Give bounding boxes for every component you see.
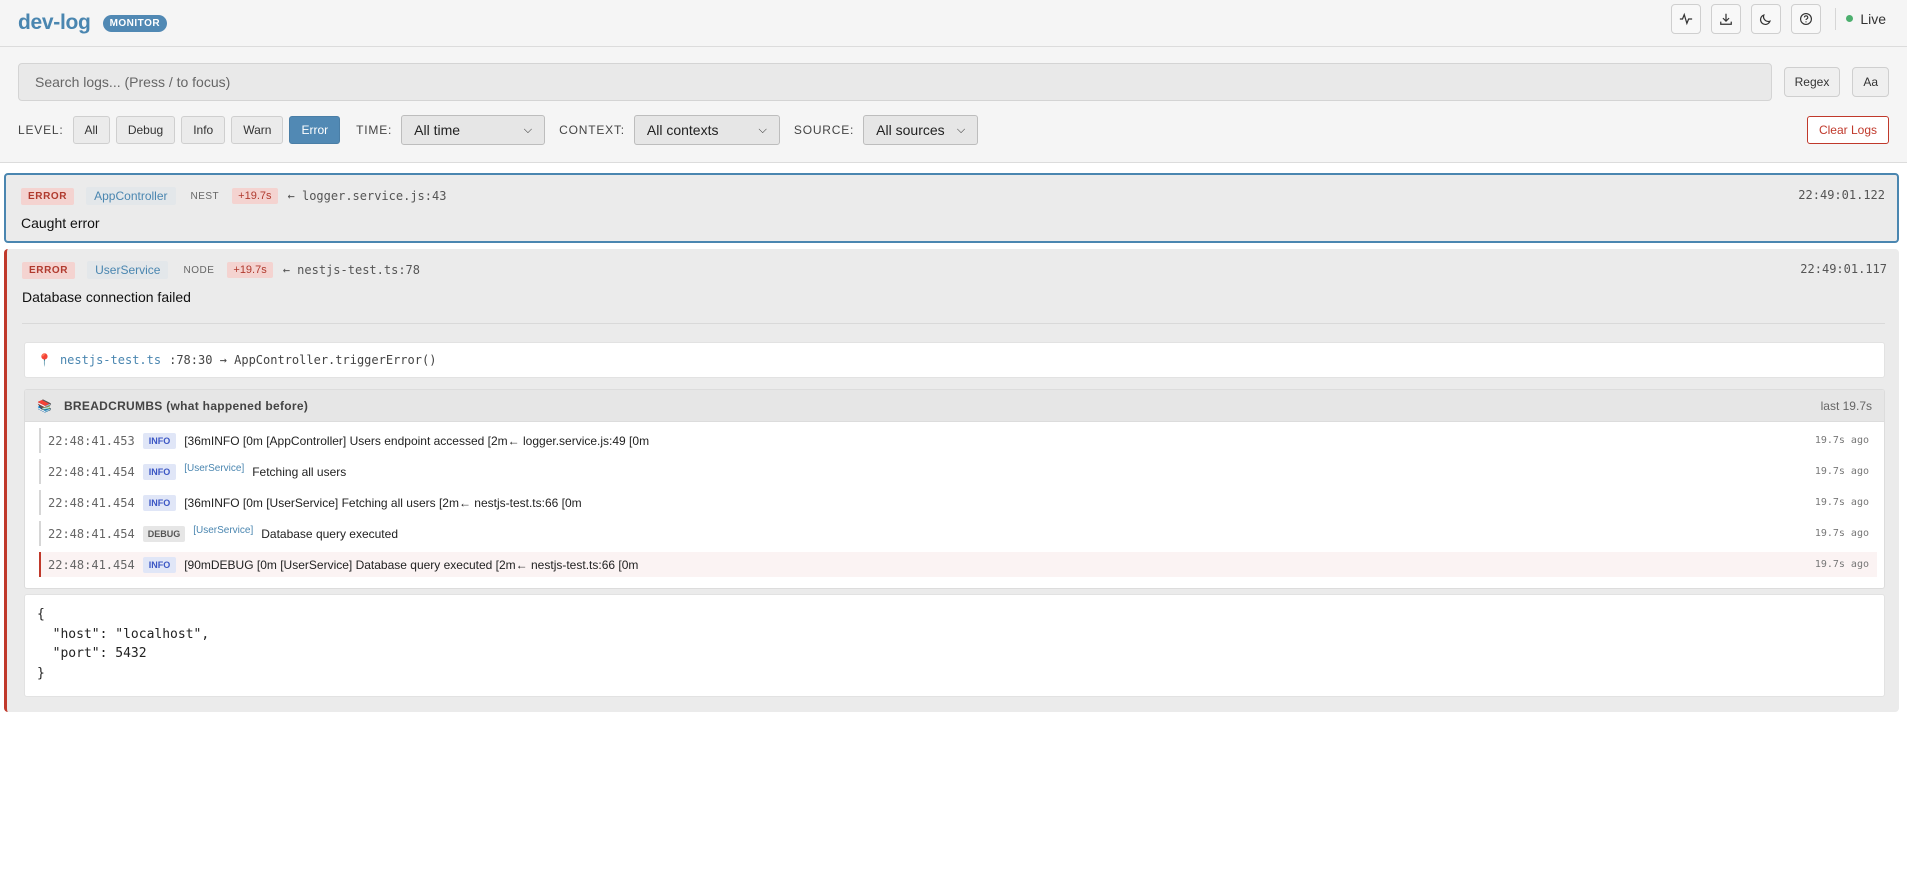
- breadcrumb-message: [90mDEBUG [0m [UserService] Database que…: [184, 557, 639, 572]
- source-tag: NEST: [190, 190, 220, 202]
- breadcrumb-time: 22:48:41.454: [48, 526, 135, 541]
- breadcrumb-row: 22:48:41.454 INFO [36mINFO [0m [UserServ…: [39, 490, 1877, 515]
- time-delta-badge: +19.7s: [232, 188, 278, 204]
- breadcrumb-message: Database query executed: [261, 526, 398, 541]
- breadcrumb-message: [36mINFO [0m [AppController] Users endpo…: [184, 433, 650, 448]
- case-sensitive-button[interactable]: Aa: [1852, 67, 1889, 97]
- header-actions: Live: [1661, 0, 1886, 37]
- breadcrumb-row-highlighted: 22:48:41.454 INFO [90mDEBUG [0m [UserSer…: [39, 552, 1877, 577]
- live-indicator[interactable]: Live: [1846, 11, 1886, 27]
- level-error-button[interactable]: Error: [289, 116, 341, 144]
- help-icon: [1800, 12, 1813, 25]
- time-select[interactable]: All time ⌵: [401, 115, 546, 145]
- activity-icon: [1680, 12, 1693, 25]
- pin-icon: 📍: [37, 353, 52, 367]
- time-label: TIME:: [356, 123, 393, 137]
- level-all-button[interactable]: All: [72, 116, 110, 144]
- breadcrumb-row: 22:48:41.454 INFO [UserService] Fetching…: [39, 459, 1877, 484]
- search-input[interactable]: [18, 63, 1772, 101]
- level-info-button[interactable]: Info: [181, 116, 226, 144]
- context-tag[interactable]: UserService: [87, 261, 169, 279]
- breadcrumbs-list: 22:48:41.453 INFO [36mINFO [0m [AppContr…: [25, 422, 1884, 577]
- source-select-value: All sources: [876, 122, 945, 138]
- breadcrumb-level: INFO: [142, 463, 177, 480]
- breadcrumb-ago: 19.7s ago: [1814, 559, 1869, 570]
- breadcrumbs-window: last 19.7s: [1820, 398, 1872, 413]
- breadcrumb-time: 22:48:41.454: [48, 464, 135, 479]
- books-icon: 📚: [37, 398, 52, 413]
- breadcrumb-ago: 19.7s ago: [1814, 528, 1869, 539]
- chevron-down-icon: ⌵: [523, 123, 533, 136]
- level-warn-button[interactable]: Warn: [231, 116, 284, 144]
- divider: [22, 323, 1885, 324]
- filter-panel: Regex Aa LEVEL: All Debug Info Warn Erro…: [0, 47, 1907, 163]
- source-label: SOURCE:: [793, 123, 855, 137]
- breadcrumb-ago: 19.7s ago: [1814, 435, 1869, 446]
- breadcrumb-level: INFO: [142, 556, 177, 573]
- breadcrumbs-header[interactable]: 📚 BREADCRUMBS (what happened before) las…: [25, 390, 1884, 422]
- level-badge: ERROR: [22, 261, 76, 279]
- breadcrumb-time: 22:48:41.454: [48, 557, 135, 572]
- monitor-badge: MONITOR: [102, 14, 168, 32]
- breadcrumb-time: 22:48:41.454: [48, 495, 135, 510]
- top-bar: dev-log MONITOR Live: [0, 0, 1907, 47]
- context-select[interactable]: All contexts ⌵: [633, 115, 780, 145]
- log-message: Caught error: [21, 215, 100, 231]
- breadcrumb-context: [UserService]: [193, 524, 254, 536]
- breadcrumbs-panel: 📚 BREADCRUMBS (what happened before) las…: [24, 389, 1885, 589]
- time-delta-badge: +19.7s: [227, 262, 273, 278]
- header-divider: [1835, 7, 1837, 30]
- breadcrumb-ago: 19.7s ago: [1814, 497, 1869, 508]
- log-timestamp: 22:49:01.117: [1800, 262, 1887, 276]
- level-label: LEVEL:: [18, 123, 64, 137]
- chevron-down-icon: ⌵: [956, 123, 966, 136]
- time-select-value: All time: [414, 122, 461, 138]
- help-button[interactable]: [1791, 3, 1822, 34]
- level-badge: ERROR: [21, 187, 75, 205]
- chevron-down-icon: ⌵: [758, 123, 767, 136]
- breadcrumb-message: Fetching all users: [252, 464, 347, 479]
- breadcrumb-level: INFO: [142, 432, 177, 449]
- breadcrumb-ago: 19.7s ago: [1814, 466, 1869, 477]
- activity-button[interactable]: [1671, 3, 1702, 34]
- log-timestamp: 22:49:01.122: [1798, 188, 1885, 202]
- source-location: ← logger.service.js:43: [287, 189, 447, 203]
- filter-row: LEVEL: All Debug Info Warn Error TIME: A…: [18, 115, 1889, 145]
- log-meta: ERROR UserService NODE +19.7s ← nestjs-t…: [22, 261, 420, 279]
- source-tag: NODE: [183, 264, 215, 276]
- context-tag[interactable]: AppController: [86, 187, 176, 205]
- live-label: Live: [1860, 10, 1886, 27]
- context-label: CONTEXT:: [559, 123, 625, 137]
- log-entry[interactable]: ERROR AppController NEST +19.7s ← logger…: [4, 173, 1899, 243]
- search-row: Regex Aa: [18, 63, 1889, 101]
- breadcrumb-level: INFO: [142, 494, 177, 511]
- stack-position: :78:30 → AppController.triggerError(): [169, 353, 437, 367]
- log-list: ERROR AppController NEST +19.7s ← logger…: [0, 163, 1907, 712]
- theme-toggle-button[interactable]: [1751, 3, 1782, 34]
- clear-logs-button[interactable]: Clear Logs: [1806, 116, 1889, 144]
- breadcrumb-message: [36mINFO [0m [UserService] Fetching all …: [184, 495, 582, 510]
- breadcrumbs-title: BREADCRUMBS (what happened before): [63, 398, 309, 413]
- breadcrumb-row: 22:48:41.453 INFO [36mINFO [0m [AppContr…: [39, 428, 1877, 453]
- log-message: Database connection failed: [22, 289, 191, 305]
- breadcrumb-time: 22:48:41.453: [48, 433, 135, 448]
- metadata-json: { "host": "localhost", "port": 5432 }: [24, 594, 1885, 697]
- stack-file-link[interactable]: nestjs-test.ts: [60, 353, 161, 367]
- download-icon: [1720, 13, 1733, 25]
- source-location: ← nestjs-test.ts:78: [282, 263, 421, 277]
- live-dot-icon: [1846, 15, 1854, 22]
- context-select-value: All contexts: [646, 122, 719, 138]
- download-button[interactable]: [1711, 3, 1742, 34]
- app-title: dev-log: [18, 11, 91, 34]
- breadcrumb-level: DEBUG: [142, 525, 186, 542]
- source-select[interactable]: All sources ⌵: [863, 115, 979, 145]
- log-entry-expanded[interactable]: ERROR UserService NODE +19.7s ← nestjs-t…: [4, 249, 1899, 712]
- level-debug-button[interactable]: Debug: [115, 116, 176, 144]
- log-meta: ERROR AppController NEST +19.7s ← logger…: [21, 187, 446, 205]
- stack-location: 📍 nestjs-test.ts :78:30 → AppController.…: [24, 342, 1885, 378]
- regex-button[interactable]: Regex: [1783, 67, 1841, 97]
- breadcrumb-row: 22:48:41.454 DEBUG [UserService] Databas…: [39, 521, 1877, 546]
- moon-icon: [1760, 13, 1772, 25]
- breadcrumb-context: [UserService]: [184, 462, 245, 474]
